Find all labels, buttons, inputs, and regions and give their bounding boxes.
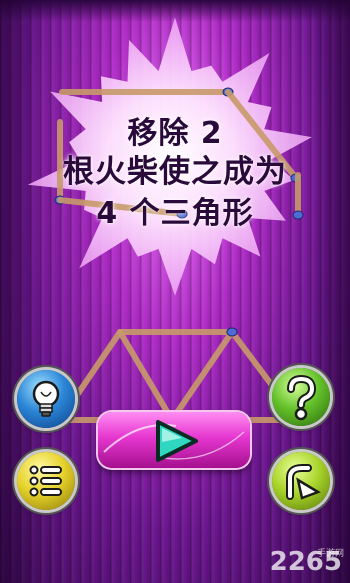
share-button[interactable] bbox=[272, 452, 330, 510]
play-button[interactable] bbox=[98, 412, 250, 468]
share-arrow-icon bbox=[286, 464, 321, 500]
matchstick-head bbox=[226, 327, 238, 337]
matchstick[interactable] bbox=[169, 329, 235, 423]
game-screen: 移除 2 根火柴使之成为 4 个三角形 2265 手游网 bbox=[0, 0, 350, 583]
matchstick[interactable] bbox=[117, 329, 175, 423]
help-button[interactable] bbox=[272, 368, 330, 426]
list-menu-icon bbox=[29, 465, 62, 497]
puzzle-title-line-3: 4 个三角形 bbox=[96, 196, 254, 231]
question-mark-icon bbox=[287, 374, 317, 421]
hint-button[interactable] bbox=[17, 370, 75, 428]
lightbulb-icon bbox=[32, 380, 60, 417]
puzzle-title-line-2: 根火柴使之成为 bbox=[63, 154, 287, 190]
play-icon bbox=[103, 420, 245, 462]
watermark-subtext: 手游网 bbox=[316, 549, 344, 559]
menu-button[interactable] bbox=[17, 452, 75, 510]
